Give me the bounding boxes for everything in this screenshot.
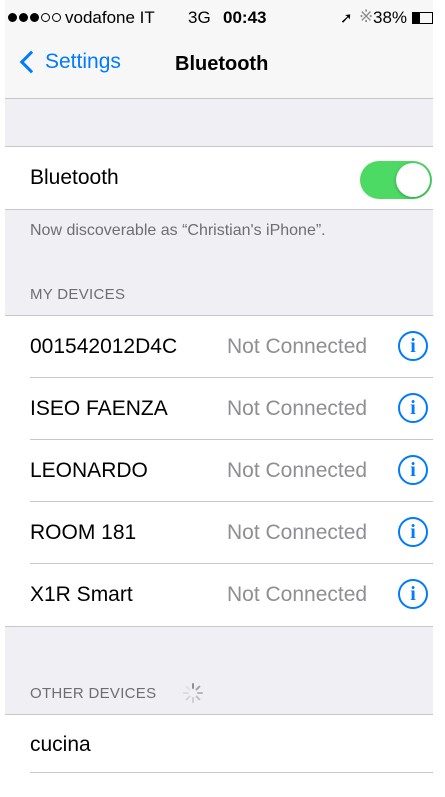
battery-level-fill — [413, 13, 421, 23]
bluetooth-toggle-row: Bluetooth — [5, 147, 433, 210]
device-name: cucina — [30, 733, 91, 756]
battery-icon — [412, 12, 433, 24]
other-devices-list: cucina — [5, 714, 433, 797]
device-row[interactable]: 001542012D4C Not Connected i — [5, 316, 433, 378]
clock: 00:43 — [223, 8, 267, 27]
location-arrow-icon: ➚ — [340, 10, 353, 27]
page-title: Bluetooth — [175, 53, 269, 75]
device-status: Not Connected — [227, 335, 368, 358]
back-button[interactable]: Settings — [15, 50, 121, 74]
my-devices-header: MY DEVICES — [30, 286, 126, 303]
info-icon[interactable]: i — [398, 455, 428, 485]
screen: vodafone IT 3G 00:43 ➚ ※ 38% Settings Bl… — [0, 0, 433, 797]
battery-percentage: 38% — [373, 8, 408, 27]
device-row[interactable]: cucina — [5, 715, 433, 773]
device-name: ISEO FAENZA — [30, 397, 168, 420]
bluetooth-toggle-group: Bluetooth — [5, 146, 433, 210]
info-icon[interactable]: i — [398, 331, 428, 361]
discoverable-note: Now discoverable as “Christian's iPhone”… — [30, 222, 326, 239]
my-devices-list: 001542012D4C Not Connected i ISEO FAENZA… — [5, 315, 433, 627]
switch-knob — [396, 163, 430, 197]
info-icon[interactable]: i — [398, 517, 428, 547]
navigation-bar: Settings Bluetooth — [5, 36, 433, 99]
device-row[interactable]: LEONARDO Not Connected i — [5, 440, 433, 502]
bluetooth-switch[interactable] — [360, 161, 432, 199]
info-icon[interactable]: i — [398, 393, 428, 423]
bluetooth-icon: ※ — [359, 7, 374, 26]
info-icon[interactable]: i — [398, 579, 428, 609]
device-status: Not Connected — [227, 583, 368, 606]
device-row[interactable]: X1R Smart Not Connected i — [5, 564, 433, 626]
device-row[interactable]: ROOM 181 Not Connected i — [5, 502, 433, 564]
device-row[interactable]: ISEO FAENZA Not Connected i — [5, 378, 433, 440]
other-devices-header: OTHER DEVICES — [30, 685, 157, 702]
device-name: 001542012D4C — [30, 335, 178, 358]
device-status: Not Connected — [227, 521, 368, 544]
bluetooth-toggle-label: Bluetooth — [30, 166, 119, 189]
network-type: 3G — [188, 8, 211, 27]
device-name: LEONARDO — [30, 459, 148, 482]
device-name: X1R Smart — [30, 583, 133, 606]
device-status: Not Connected — [227, 459, 368, 482]
signal-strength-icon — [8, 13, 61, 22]
row-separator — [30, 772, 433, 773]
device-name: ROOM 181 — [30, 521, 137, 544]
activity-spinner-icon — [183, 683, 203, 703]
status-bar: vodafone IT 3G 00:43 ➚ ※ 38% — [5, 0, 433, 36]
device-status: Not Connected — [227, 397, 368, 420]
back-button-label: Settings — [45, 50, 121, 73]
chevron-left-icon — [19, 50, 43, 74]
carrier-name: vodafone IT — [65, 8, 155, 27]
